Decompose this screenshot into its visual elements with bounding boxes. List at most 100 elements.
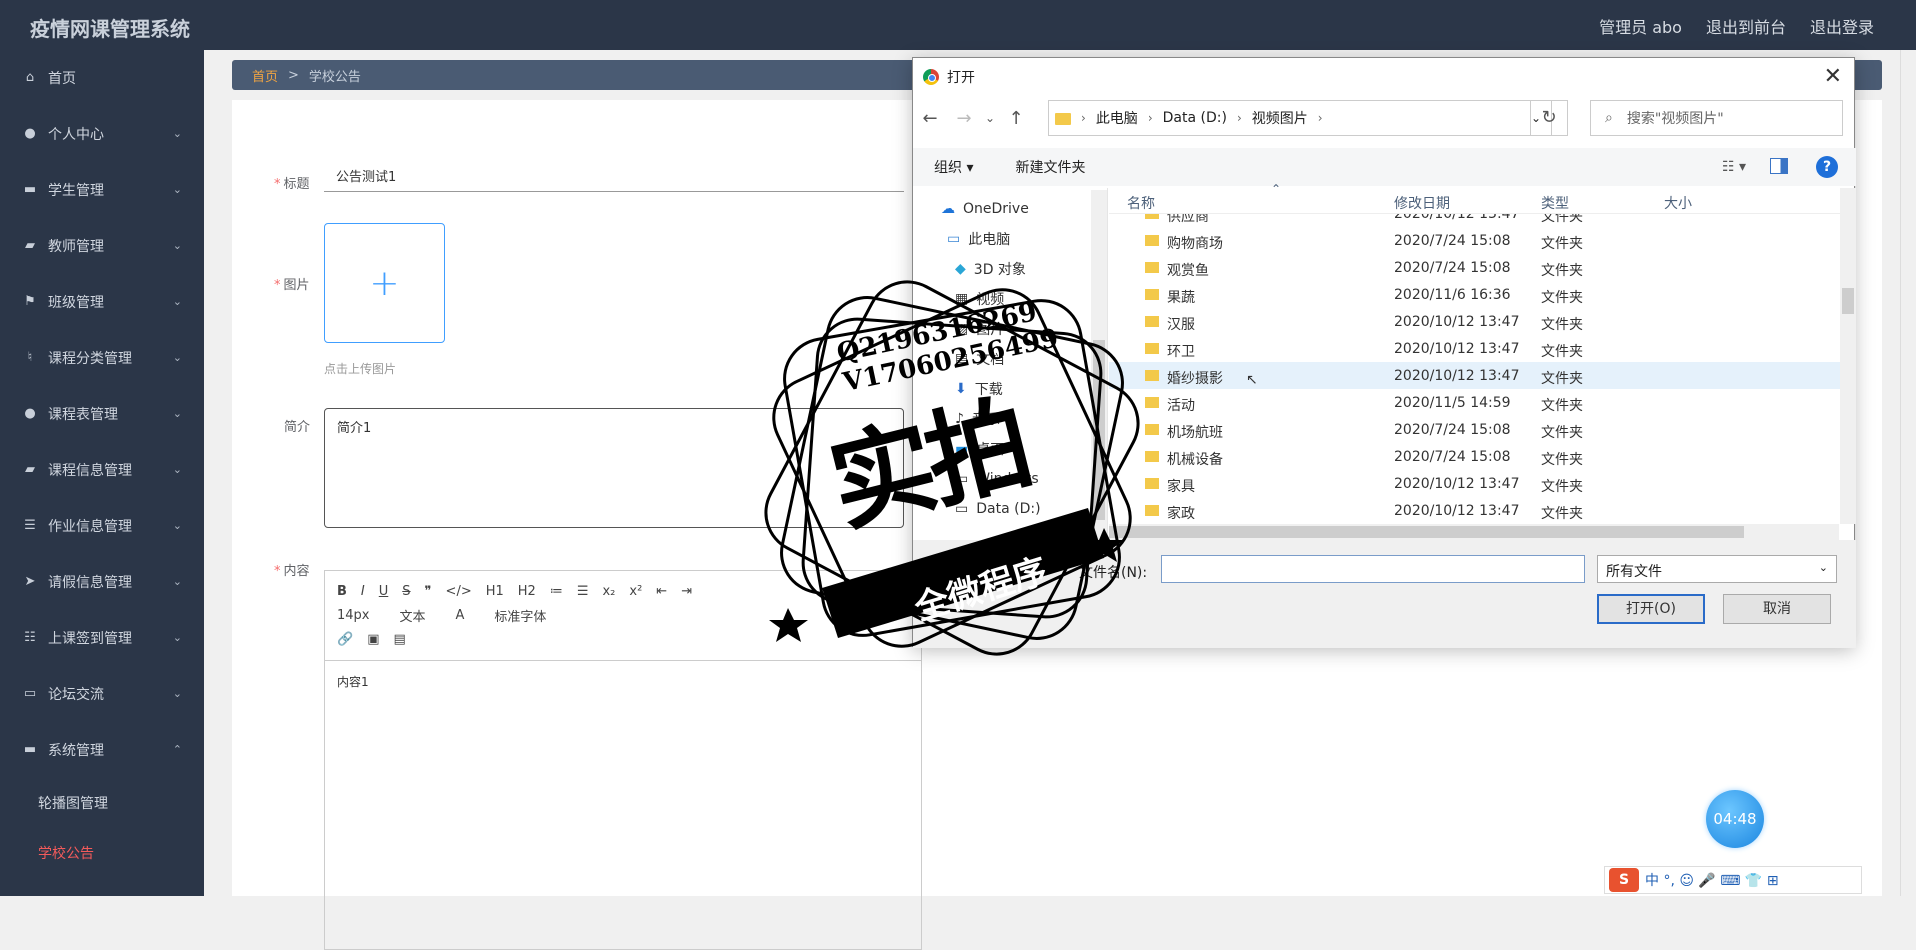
file-row[interactable]: 机场航班 2020/7/24 15:08 文件夹: [1109, 416, 1840, 443]
sidebar-item-homework[interactable]: ☰ 作业信息管理 ⌄: [0, 498, 204, 554]
breadcrumb-home[interactable]: 首页: [252, 66, 278, 85]
font-color-button[interactable]: A: [456, 608, 465, 623]
file-list-hscrollbar[interactable]: [1109, 524, 1839, 540]
back-button[interactable]: ←: [913, 108, 947, 129]
h2-button[interactable]: H2: [518, 584, 536, 599]
quote-button[interactable]: ❞: [425, 584, 432, 599]
nav-onedrive[interactable]: ☁ OneDrive: [913, 194, 1107, 224]
video-icon[interactable]: ▤: [393, 632, 405, 647]
sidebar-item-profile[interactable]: ● 个人中心 ⌄: [0, 106, 204, 162]
mic-icon: ♮: [27, 350, 33, 365]
code-button[interactable]: </>: [446, 584, 472, 599]
indent-button[interactable]: ⇥: [681, 584, 692, 599]
recent-dropdown[interactable]: ⌄: [981, 111, 999, 125]
address-bar[interactable]: › 此电脑 › Data (D:) › 视频图片 › ⌄: [1048, 100, 1552, 136]
monitor-icon: ▬: [23, 742, 37, 757]
file-row[interactable]: 家政 2020/10/12 13:47 文件夹: [1109, 497, 1840, 524]
file-row[interactable]: 环卫 2020/10/12 13:47 文件夹: [1109, 335, 1840, 362]
sidebar-item-home[interactable]: ⌂ 首页: [0, 50, 204, 106]
image-upload-button[interactable]: +: [324, 223, 445, 343]
view-options-icon[interactable]: ☷ ▾: [1722, 159, 1746, 175]
file-row[interactable]: 汉服 2020/10/12 13:47 文件夹: [1109, 308, 1840, 335]
close-icon[interactable]: ✕: [1824, 64, 1842, 89]
sidebar-subitem-carousel[interactable]: 轮播图管理: [0, 778, 204, 828]
file-rows: 供应商 2020/10/12 13:47 文件夹 购物商场 2020/7/24 15:…: [1109, 214, 1840, 524]
refresh-button[interactable]: ↻: [1530, 100, 1568, 136]
sidebar-item-timetable[interactable]: ● 课程表管理 ⌄: [0, 386, 204, 442]
file-row[interactable]: 机械设备 2020/7/24 15:08 文件夹: [1109, 443, 1840, 470]
column-type[interactable]: 类型: [1541, 193, 1569, 213]
bold-button[interactable]: B: [337, 584, 347, 599]
dialog-title: 打开: [947, 70, 975, 86]
sort-arrow-icon: ⌃: [1271, 182, 1282, 196]
admin-user-link[interactable]: 管理员 abo: [1599, 14, 1682, 38]
ordered-list-button[interactable]: ≔: [550, 584, 563, 599]
title-input[interactable]: 公告测试1: [324, 158, 904, 192]
chrome-icon: [923, 69, 939, 85]
file-row[interactable]: 活动 2020/11/5 14:59 文件夹: [1109, 389, 1840, 416]
h1-button[interactable]: H1: [486, 584, 504, 599]
file-list-vscrollbar[interactable]: [1840, 188, 1856, 524]
file-row[interactable]: 购物商场 2020/7/24 15:08 文件夹: [1109, 227, 1840, 254]
block-type-select[interactable]: 文本: [400, 606, 426, 625]
briefcase-icon: ▰: [25, 238, 35, 253]
ime-toolbar[interactable]: S 中 °, ☺ 🎤 ⌨ 👕 ⊞: [1604, 866, 1862, 894]
underline-button[interactable]: U: [379, 584, 389, 599]
chevron-down-icon: ⌄: [172, 687, 182, 700]
sidebar-item-teachers[interactable]: ▰ 教师管理 ⌄: [0, 218, 204, 274]
bullet-list-button[interactable]: ☰: [577, 584, 589, 599]
scrollbar-thumb[interactable]: [1842, 288, 1854, 314]
chevron-down-icon: ⌄: [172, 631, 182, 644]
logout-link[interactable]: 退出登录: [1810, 14, 1874, 38]
flag-icon: ⚑: [24, 294, 36, 309]
filetype-select[interactable]: 所有文件 ⌄: [1597, 555, 1837, 583]
file-row[interactable]: 果蔬 2020/11/6 16:36 文件夹: [1109, 281, 1840, 308]
sidebar-item-course-category[interactable]: ♮ 课程分类管理 ⌄: [0, 330, 204, 386]
sidebar-item-course-info[interactable]: ▰ 课程信息管理 ⌄: [0, 442, 204, 498]
folder-icon: [1145, 214, 1159, 219]
column-date[interactable]: 修改日期: [1394, 193, 1450, 213]
image-icon[interactable]: ▣: [367, 632, 379, 647]
open-button[interactable]: 打开(O): [1597, 594, 1705, 624]
search-box[interactable]: ⌕ 搜索"视频图片": [1590, 100, 1843, 136]
top-bar: 疫情网课管理系统 管理员 abo 退出到前台 退出登录: [0, 0, 1916, 50]
image-label: * 图片: [274, 278, 310, 293]
link-icon[interactable]: 🔗: [337, 632, 353, 647]
column-size[interactable]: 大小: [1664, 193, 1692, 213]
font-size-select[interactable]: 14px: [337, 608, 370, 623]
sidebar-item-leave[interactable]: ➤ 请假信息管理 ⌄: [0, 554, 204, 610]
italic-button[interactable]: I: [361, 584, 365, 599]
nav-this-pc[interactable]: ▭ 此电脑: [913, 224, 1107, 254]
sidebar-item-system[interactable]: ▬ 系统管理 ⌃: [0, 722, 204, 778]
file-list: 名称 ⌃ 修改日期 类型 大小 供应商 2020/10/12 13:47 文件夹 购…: [1109, 182, 1856, 540]
outdent-button[interactable]: ⇤: [656, 584, 667, 599]
sidebar-subitem-announcement[interactable]: 学校公告: [0, 828, 204, 878]
chevron-down-icon: ⌄: [172, 127, 182, 140]
forward-button[interactable]: →: [947, 108, 981, 129]
strike-button[interactable]: S: [402, 584, 410, 599]
sidebar-item-forum[interactable]: ▭ 论坛交流 ⌄: [0, 666, 204, 722]
superscript-button[interactable]: x²: [629, 584, 642, 599]
filename-input[interactable]: [1161, 555, 1585, 583]
sidebar-item-classes[interactable]: ⚑ 班级管理 ⌄: [0, 274, 204, 330]
subscript-button[interactable]: x₂: [602, 584, 615, 599]
help-icon[interactable]: ?: [1816, 156, 1838, 178]
scrollbar-thumb[interactable]: [1109, 526, 1744, 538]
organize-button[interactable]: 组织 ▾: [913, 157, 994, 177]
column-name[interactable]: 名称: [1127, 193, 1155, 213]
page-scrollbar[interactable]: [1900, 50, 1916, 896]
exit-to-front-link[interactable]: 退出到前台: [1706, 14, 1786, 38]
up-button[interactable]: ↑: [999, 108, 1033, 129]
font-family-select[interactable]: 标准字体: [494, 606, 546, 625]
sidebar-item-students[interactable]: ▬ 学生管理 ⌄: [0, 162, 204, 218]
file-row-selected[interactable]: 婚纱摄影 2020/10/12 13:47 文件夹 ↖: [1109, 362, 1840, 389]
file-row[interactable]: 观赏鱼 2020/7/24 15:08 文件夹: [1109, 254, 1840, 281]
file-row[interactable]: 供应商 2020/10/12 13:47 文件夹: [1109, 214, 1840, 227]
cancel-button[interactable]: 取消: [1723, 594, 1831, 624]
preview-pane-icon[interactable]: [1770, 158, 1788, 174]
new-folder-button[interactable]: 新建文件夹: [994, 157, 1106, 177]
file-row[interactable]: 家具 2020/10/12 13:47 文件夹: [1109, 470, 1840, 497]
user-icon: ●: [24, 406, 36, 421]
sidebar-item-checkin[interactable]: ☷ 上课签到管理 ⌄: [0, 610, 204, 666]
chevron-down-icon: ⌄: [172, 295, 182, 308]
